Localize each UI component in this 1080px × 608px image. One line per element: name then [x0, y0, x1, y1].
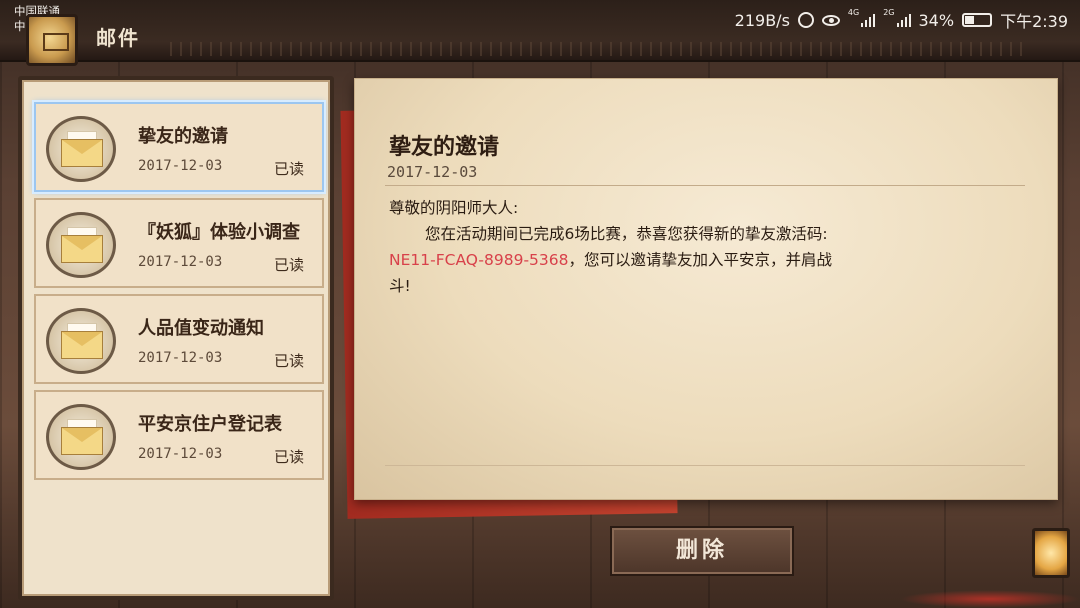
letter-title: 挚友的邀请 — [389, 135, 500, 160]
letter-panel: 挚友的邀请 2017-12-03 尊敬的阴阳师大人: 您在活动期间已完成6场比赛… — [354, 78, 1058, 500]
letter-line-3: 斗! — [389, 277, 411, 295]
invite-code: NE11-FCAQ-8989-5368 — [389, 251, 569, 269]
signal-1-label: 4G — [847, 8, 860, 17]
floor-glow — [900, 590, 1080, 608]
page-title: 邮件 — [96, 26, 140, 50]
mail-item-3[interactable]: 人品值变动通知 2017-12-03 已读 — [34, 294, 324, 384]
signal-1-icon — [861, 13, 876, 27]
status-icons: 219B/s 4G 2G 34% 下午2:39 — [735, 8, 1068, 32]
letter-line-1: 您在活动期间已完成6场比赛，恭喜您获得新的挚友激活码: — [425, 225, 828, 243]
signal-2-icon — [896, 13, 911, 27]
letter-date: 2017-12-03 — [387, 163, 478, 181]
envelope-icon — [46, 308, 116, 374]
lattice-decoration — [170, 42, 1030, 56]
battery-percent: 34% — [918, 10, 955, 30]
letter-body: 尊敬的阴阳师大人: 您在活动期间已完成6场比赛，恭喜您获得新的挚友激活码: NE… — [389, 195, 949, 299]
signal-2-label: 2G — [883, 8, 895, 17]
mail-list-panel: 挚友的邀请 2017-12-03 已读 『妖狐』体验小调查 2017-12-03… — [18, 76, 334, 600]
letter-line-2: NE11-FCAQ-8989-5368，您可以邀请挚友加入平安京，并肩战 — [389, 247, 949, 273]
letter-divider — [385, 185, 1025, 186]
mail-subject: 『妖狐』体验小调查 — [138, 222, 300, 243]
battery-icon — [962, 13, 993, 27]
alarm-icon — [797, 12, 814, 28]
net-speed: 219B/s — [734, 10, 790, 30]
lantern-icon — [1032, 528, 1070, 578]
envelope-icon — [46, 404, 116, 470]
mail-subject: 人品值变动通知 — [138, 318, 264, 339]
envelope-icon — [46, 116, 116, 182]
letter-line-2-text: ，您可以邀请挚友加入平安京，并肩战 — [568, 251, 832, 269]
letter-bottom-divider — [385, 465, 1025, 466]
mail-date: 2017-12-03 — [138, 254, 223, 270]
mail-read-status: 已读 — [274, 448, 305, 466]
mail-item-4[interactable]: 平安京住户登记表 2017-12-03 已读 — [34, 390, 324, 480]
mail-date: 2017-12-03 — [138, 446, 223, 462]
delete-button[interactable]: 删除 — [610, 526, 794, 576]
mail-subject: 平安京住户登记表 — [138, 414, 282, 435]
mail-item-2[interactable]: 『妖狐』体验小调查 2017-12-03 已读 — [34, 198, 324, 288]
mail-emblem-icon — [26, 14, 78, 66]
mail-item-1[interactable]: 挚友的邀请 2017-12-03 已读 — [34, 102, 324, 192]
mail-read-status: 已读 — [274, 160, 305, 178]
letter-greeting: 尊敬的阴阳师大人: — [389, 199, 519, 217]
mail-subject: 挚友的邀请 — [138, 126, 228, 147]
envelope-icon — [46, 212, 116, 278]
eye-comfort-icon — [821, 14, 840, 26]
mail-read-status: 已读 — [274, 256, 305, 274]
mail-date: 2017-12-03 — [138, 350, 223, 366]
clock: 下午2:39 — [1000, 12, 1068, 31]
mail-date: 2017-12-03 — [138, 158, 223, 174]
mail-read-status: 已读 — [274, 352, 305, 370]
